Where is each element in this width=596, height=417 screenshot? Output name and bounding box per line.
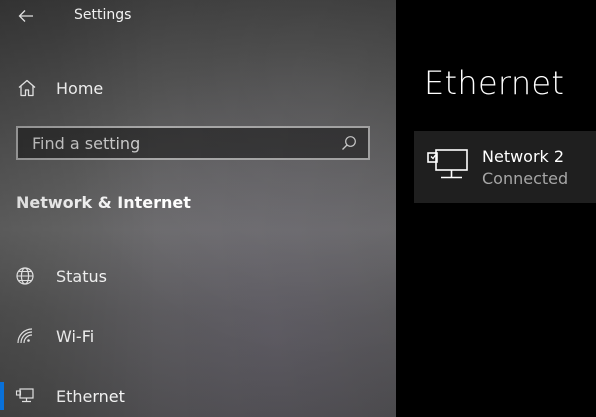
search-box[interactable] [16,126,370,160]
network-tile[interactable]: Network 2 Connected [414,131,596,203]
sidebar-item-label: Wi-Fi [56,326,95,346]
settings-window: Settings Home Network & Internet [0,0,596,417]
sidebar-item-label: Ethernet [56,386,125,406]
sidebar: Settings Home Network & Internet [0,0,396,417]
search-icon[interactable] [340,134,358,152]
globe-icon [14,265,36,287]
section-title: Network & Internet [16,193,191,212]
sidebar-item-home[interactable]: Home [16,72,386,104]
sidebar-item-wifi[interactable]: Wi-Fi [0,318,396,354]
search-input[interactable] [32,133,340,153]
sidebar-item-label: Home [56,78,104,98]
sidebar-item-status[interactable]: Status [0,258,396,294]
page-title: Ethernet [424,64,565,102]
network-status: Connected [482,169,569,188]
main-content: Ethernet Network 2 Connected [396,0,596,417]
ethernet-icon [14,385,36,407]
home-icon [16,77,38,99]
wifi-icon [14,325,36,347]
app-title: Settings [74,7,132,23]
network-text: Network 2 Connected [482,147,568,191]
sidebar-item-label: Status [56,266,107,286]
title-bar: Settings [0,0,396,34]
back-button[interactable] [14,4,38,28]
back-arrow-icon [18,10,33,22]
network-name: Network 2 [482,147,565,166]
ethernet-network-icon [427,149,468,179]
sidebar-item-ethernet[interactable]: Ethernet [0,378,396,414]
